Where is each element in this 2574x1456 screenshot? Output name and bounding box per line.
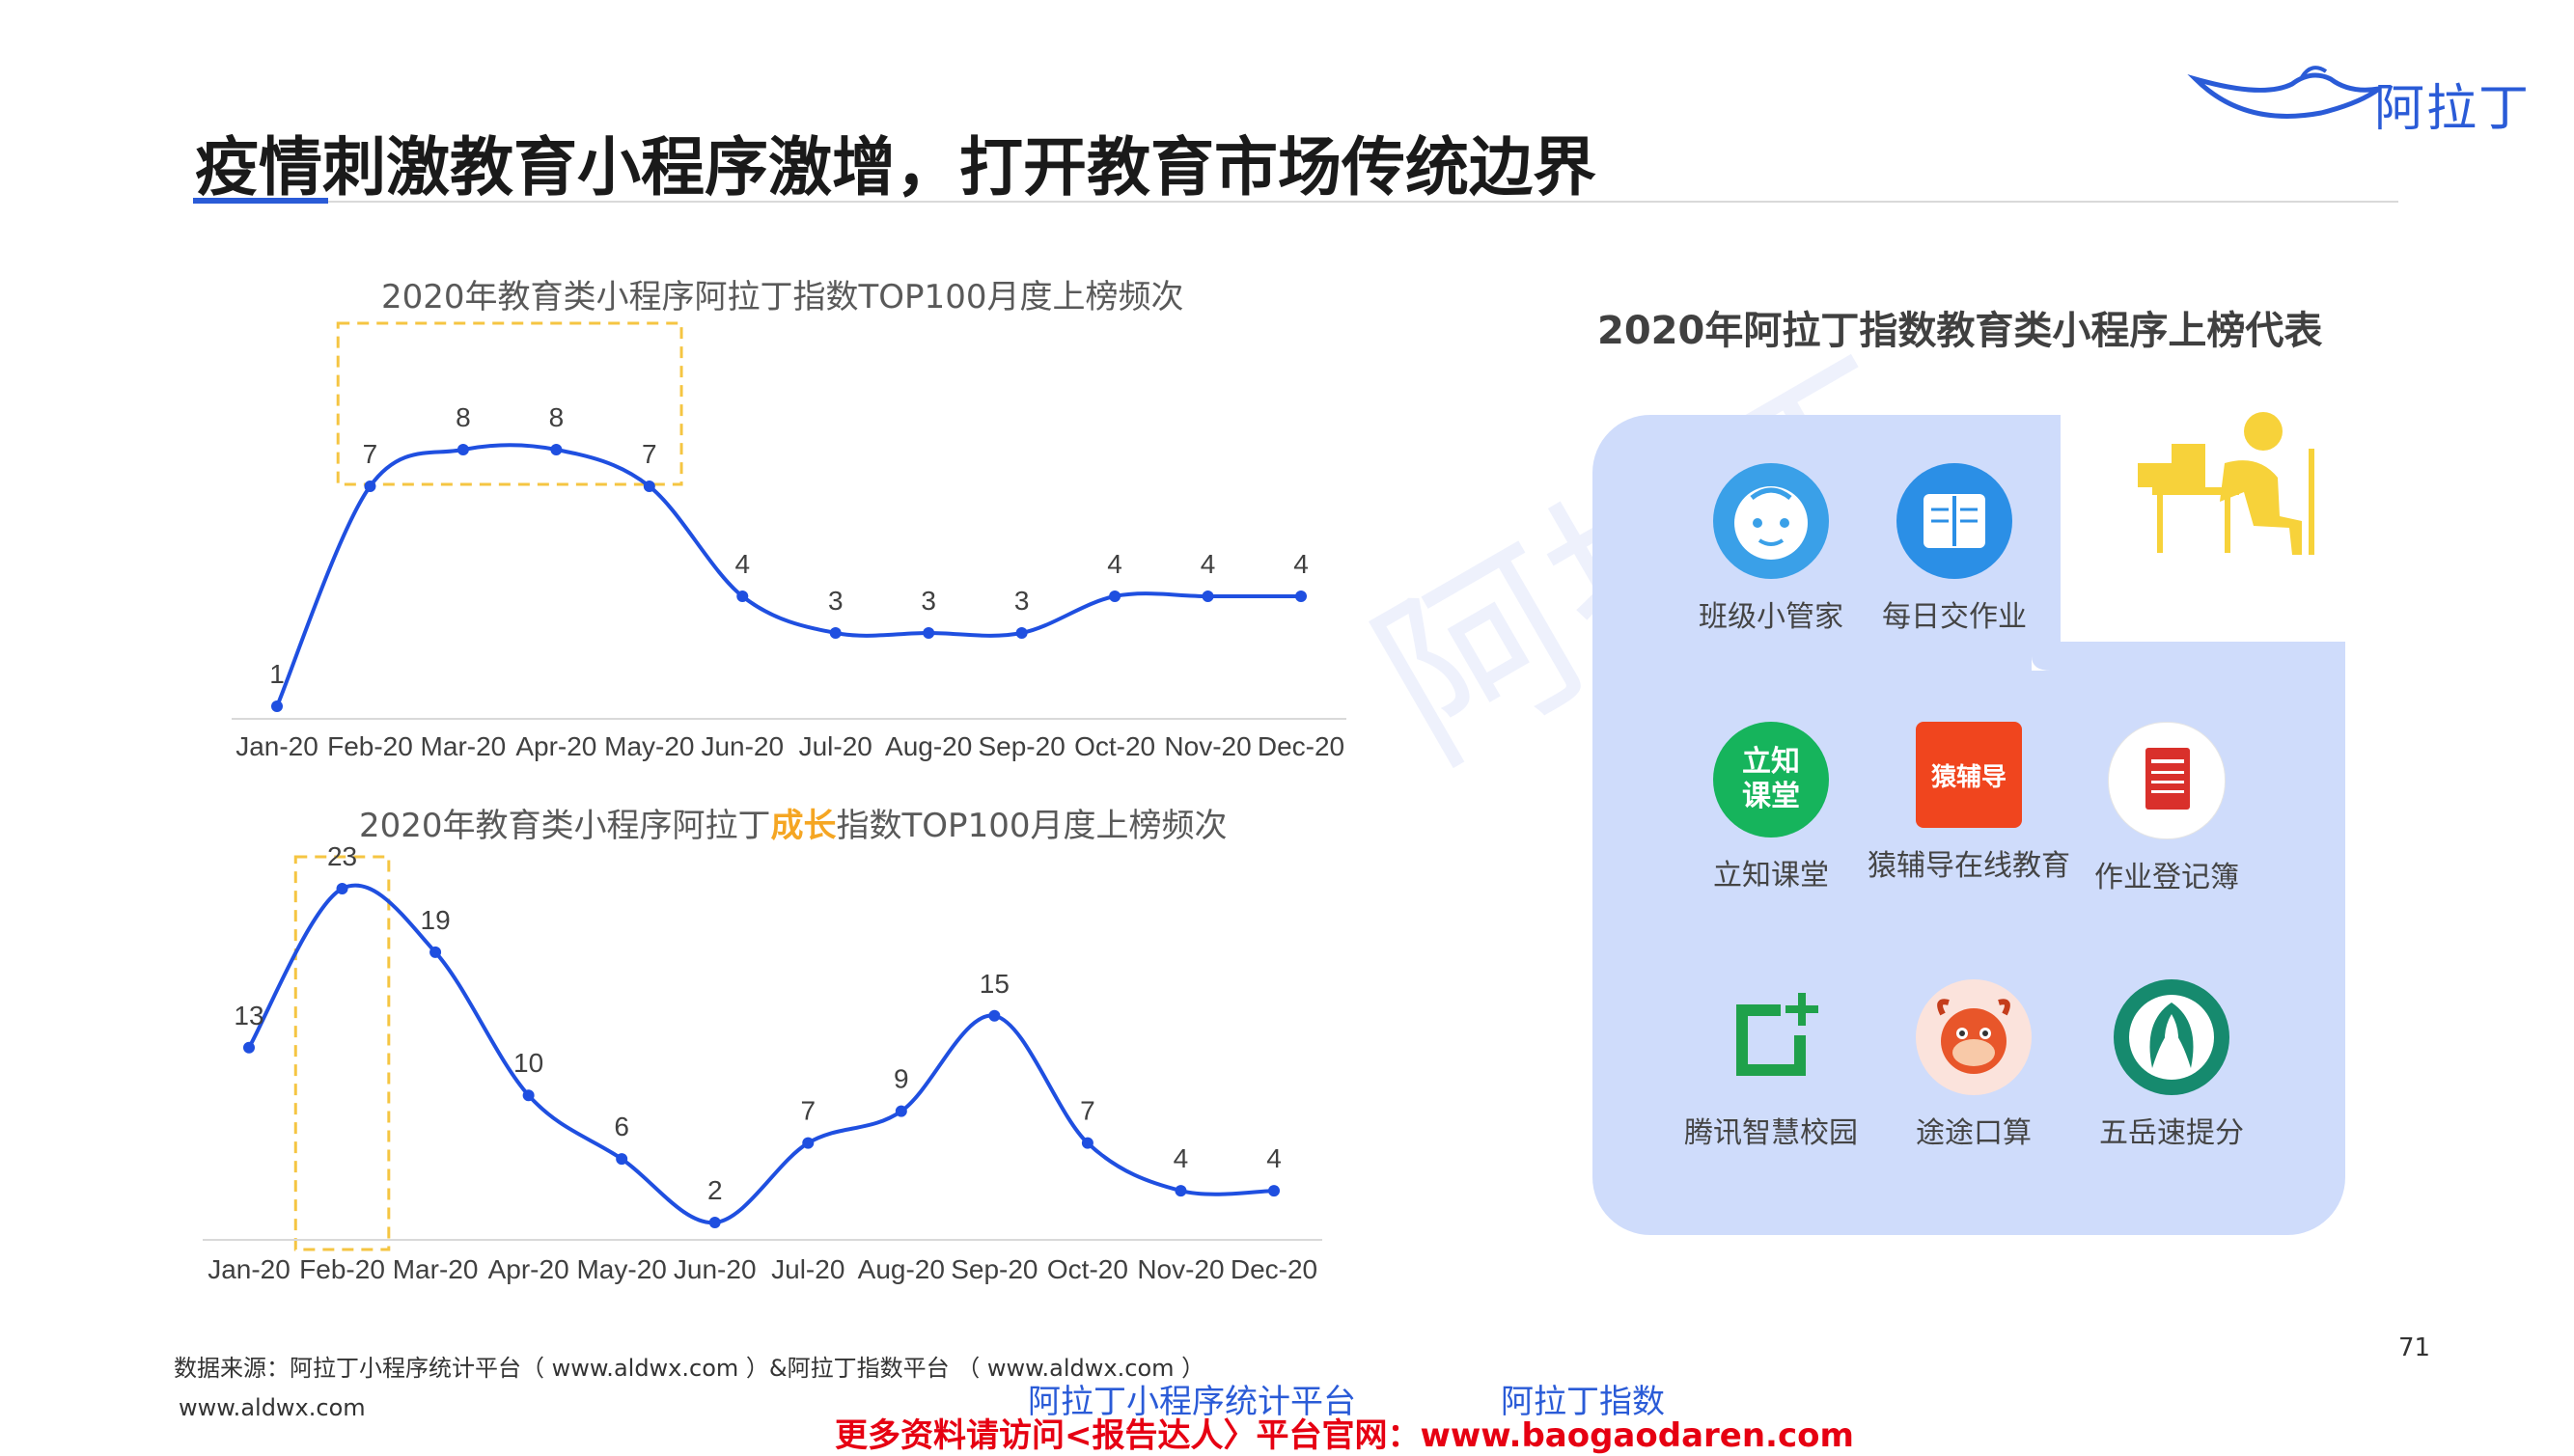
data-point (616, 1153, 628, 1166)
lizhi-logo-icon: 立知课堂 (1713, 722, 1829, 838)
app-lizhiketang[interactable]: 立知课堂 立知课堂 (1665, 722, 1877, 893)
app-wuyuesutifen[interactable]: 五岳速提分 (2065, 979, 2278, 1151)
homework-book-icon (2108, 722, 2226, 839)
page-number: 71 (2398, 1333, 2431, 1362)
footer-url: www.aldwx.com (179, 1394, 366, 1421)
data-point (429, 946, 442, 958)
x-tick-label: Jan-20 (208, 1254, 291, 1284)
app-zuoyedengjibu[interactable]: 作业登记簿 (2061, 722, 2273, 895)
app-name: 班级小管家 (1699, 600, 1843, 634)
data-point (895, 1105, 907, 1117)
app-yuanfudao[interactable]: 猿辅导 猿辅导在线教育 (1863, 722, 2075, 884)
lizhi-logo-text: 立知课堂 (1742, 745, 1800, 813)
x-tick-label: Dec-20 (1231, 1254, 1317, 1284)
x-tick-label: Jul-20 (771, 1254, 844, 1284)
app-meirijiaozuoye[interactable]: 每日交作业 (1848, 463, 2061, 635)
x-tick-label: Aug-20 (858, 1254, 945, 1284)
app-name: 猿辅导在线教育 (1868, 849, 2070, 883)
data-label: 23 (327, 841, 357, 871)
notebook-icon (1896, 463, 2012, 579)
data-point (802, 1137, 815, 1149)
data-point (1175, 1185, 1187, 1197)
data-point (1268, 1185, 1280, 1197)
app-name: 作业登记簿 (2094, 861, 2239, 894)
data-point (988, 1009, 1001, 1022)
data-label: 7 (800, 1096, 816, 1126)
data-point (522, 1089, 535, 1102)
data-point (708, 1217, 721, 1229)
data-label: 10 (513, 1048, 543, 1078)
student-at-desk-icon (2138, 412, 2314, 555)
tencent-campus-icon (1713, 979, 1829, 1095)
footer-promo-link[interactable]: 更多资料请访问<报告达人〉平台官网：www.baogaodaren.com (835, 1409, 1854, 1456)
data-label: 7 (1080, 1096, 1095, 1126)
highlight-box (293, 855, 391, 1251)
app-name: 五岳速提分 (2099, 1116, 2244, 1150)
x-tick-label: Nov-20 (1137, 1254, 1224, 1284)
wuyue-logo-icon (2114, 979, 2229, 1095)
data-label: 15 (980, 969, 1010, 999)
x-tick-label: Oct-20 (1047, 1254, 1128, 1284)
cartoon-ox-icon (1916, 979, 2032, 1095)
data-point (336, 882, 348, 894)
x-tick-label: Sep-20 (951, 1254, 1038, 1284)
data-label: 4 (1174, 1143, 1189, 1173)
app-name: 每日交作业 (1882, 600, 2027, 634)
data-label: 9 (894, 1064, 909, 1094)
x-tick-label: Feb-20 (299, 1254, 385, 1284)
data-point (1081, 1137, 1093, 1149)
data-label: 4 (1266, 1143, 1282, 1173)
app-name: 立知课堂 (1713, 859, 1829, 893)
x-tick-label: Apr-20 (488, 1254, 569, 1284)
yuanfudao-logo-text: 猿辅导 (1930, 762, 2007, 792)
data-label: 6 (614, 1112, 629, 1141)
data-label: 13 (234, 1001, 263, 1030)
app-name: 腾讯智慧校园 (1684, 1116, 1858, 1150)
app-tutukousuan[interactable]: 途途口算 (1868, 979, 2080, 1151)
data-label: 19 (421, 905, 451, 935)
right-panel-title: 2020年阿拉丁指数教育类小程序上榜代表 (1597, 309, 2323, 353)
data-label: 2 (707, 1175, 723, 1205)
x-tick-label: May-20 (576, 1254, 666, 1284)
baby-face-icon (1713, 463, 1829, 579)
app-banjixiaoguanjia[interactable]: 班级小管家 (1665, 463, 1877, 635)
app-name: 途途口算 (1916, 1116, 2032, 1150)
x-tick-label: Jun-20 (674, 1254, 757, 1284)
data-point (243, 1041, 255, 1054)
x-tick-label: Mar-20 (393, 1254, 479, 1284)
app-tencent-campus[interactable]: 腾讯智慧校园 (1665, 979, 1877, 1151)
series-line (247, 883, 1275, 1225)
yuanfudao-logo-icon: 猿辅导 (1916, 722, 2022, 828)
